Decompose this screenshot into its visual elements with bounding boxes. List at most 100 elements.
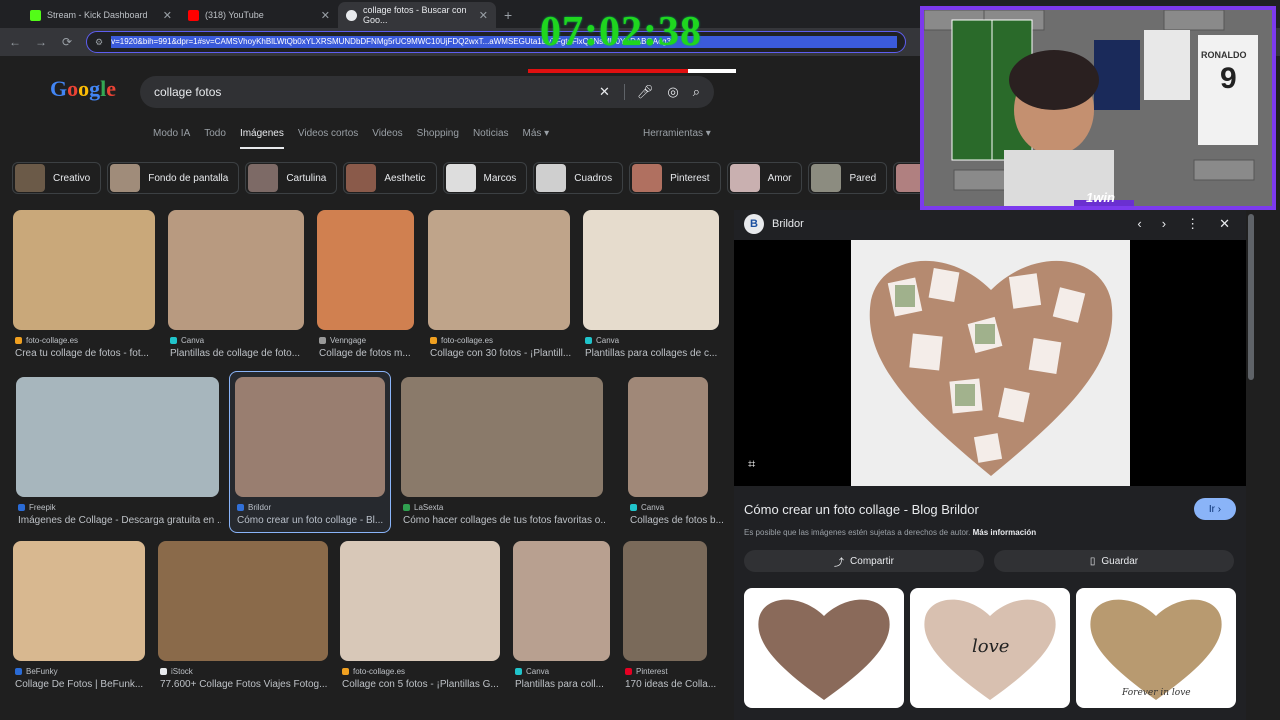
chip-4[interactable]: Marcos xyxy=(442,162,528,194)
source-name: Canva xyxy=(526,667,550,676)
visit-button[interactable]: Ir › xyxy=(1194,498,1236,520)
result-image[interactable] xyxy=(340,541,500,661)
scrollbar-thumb[interactable] xyxy=(1248,214,1254,380)
result-image[interactable] xyxy=(158,541,328,661)
result-source[interactable]: Canva xyxy=(585,336,619,345)
more-info-link[interactable]: Más información xyxy=(973,528,1037,537)
result-source[interactable]: Pinterest xyxy=(625,667,668,676)
close-icon[interactable]: ✕ xyxy=(321,9,330,22)
result-image[interactable] xyxy=(583,210,719,330)
result-source[interactable]: iStock xyxy=(160,667,193,676)
result-source[interactable]: Canva xyxy=(630,503,664,512)
tab-noticias[interactable]: Noticias xyxy=(473,128,509,149)
result-title[interactable]: Collage con 30 fotos - ¡Plantill... xyxy=(430,348,571,359)
lens-search-icon[interactable]: ⌗ xyxy=(748,456,755,472)
previous-icon[interactable]: ‹ xyxy=(1137,216,1141,232)
chip-5[interactable]: Cuadros xyxy=(533,162,624,194)
result-title[interactable]: Collage de fotos m... xyxy=(319,348,411,359)
preview-image[interactable]: ⌗ xyxy=(734,240,1246,486)
result-title[interactable]: Plantillas de collage de foto... xyxy=(170,348,300,359)
related-image[interactable]: Forever in love xyxy=(1076,588,1236,708)
chip-thumbnail xyxy=(346,164,377,192)
result-image[interactable] xyxy=(628,377,708,497)
chip-thumbnail xyxy=(811,164,842,192)
chip-7[interactable]: Amor xyxy=(726,162,803,194)
result-image[interactable] xyxy=(513,541,610,661)
reload-icon[interactable]: ⟳ xyxy=(60,35,74,49)
result-image[interactable] xyxy=(168,210,304,330)
back-icon[interactable]: ← xyxy=(8,35,22,49)
tab-shopping[interactable]: Shopping xyxy=(417,128,459,149)
save-button[interactable]: ▯ Guardar xyxy=(994,550,1234,572)
tools-button[interactable]: Herramientas ▾ xyxy=(643,128,711,139)
tab-videos-cortos[interactable]: Videos cortos xyxy=(298,128,358,149)
result-source[interactable]: Freepik xyxy=(18,503,56,512)
result-title[interactable]: Imágenes de Collage - Descarga gratuita … xyxy=(18,515,221,526)
search-box[interactable]: collage fotos ✕ 🎤︎ ◎ ⌕ xyxy=(140,76,714,108)
tab-modo-ia[interactable]: Modo IA xyxy=(153,128,190,149)
result-title[interactable]: Collage De Fotos | BeFunk... xyxy=(15,679,143,690)
lens-icon[interactable]: ◎ xyxy=(667,84,678,100)
url-text[interactable]: v=1920&bih=991&dpr=1#sv=CAMSVhoyKhBlLWtQ… xyxy=(111,36,897,48)
result-image[interactable] xyxy=(623,541,707,661)
site-info-icon[interactable]: ⚙ xyxy=(95,37,103,48)
tab-youtube[interactable]: (318) YouTube ✕ xyxy=(180,2,338,28)
share-button[interactable]: ⤴ Compartir xyxy=(744,550,984,572)
search-icon[interactable]: ⌕ xyxy=(693,84,700,100)
chip-2[interactable]: Cartulina xyxy=(245,162,338,194)
tab-google[interactable]: collage fotos - Buscar con Goo... ✕ xyxy=(338,2,496,28)
tab-mas[interactable]: Más ▾ xyxy=(523,128,550,149)
chip-3[interactable]: Aesthetic xyxy=(343,162,437,194)
result-source[interactable]: foto-collage.es xyxy=(15,336,78,345)
close-icon[interactable]: ✕ xyxy=(1219,216,1230,232)
chip-0[interactable]: Creativo xyxy=(12,162,102,194)
result-title[interactable]: Crea tu collage de fotos - fot... xyxy=(15,348,149,359)
result-source[interactable]: Venngage xyxy=(319,336,366,345)
result-source[interactable]: foto-collage.es xyxy=(430,336,493,345)
result-source[interactable]: Canva xyxy=(515,667,549,676)
panel-title[interactable]: Cómo crear un foto collage - Blog Brildo… xyxy=(744,502,979,517)
result-title[interactable]: Plantillas para collages de c... xyxy=(585,348,717,359)
google-logo[interactable]: Google xyxy=(50,76,116,102)
close-icon[interactable]: ✕ xyxy=(479,9,488,22)
panel-scrollbar[interactable] xyxy=(1248,214,1254,704)
related-image[interactable] xyxy=(744,588,904,708)
source-favicon-icon xyxy=(403,504,410,511)
chip-6[interactable]: Pinterest xyxy=(629,162,721,194)
close-icon[interactable]: ✕ xyxy=(163,9,172,22)
result-source[interactable]: BeFunky xyxy=(15,667,58,676)
result-source[interactable]: LaSexta xyxy=(403,503,443,512)
result-image[interactable] xyxy=(13,541,145,661)
related-image[interactable]: love xyxy=(910,588,1070,708)
result-image[interactable] xyxy=(13,210,155,330)
result-image[interactable] xyxy=(428,210,570,330)
result-title[interactable]: 77.600+ Collage Fotos Viajes Fotog... xyxy=(160,679,327,690)
chip-1[interactable]: Fondo de pantalla xyxy=(107,162,240,194)
panel-controls: ‹ › ⋮ ✕ xyxy=(1137,216,1230,232)
result-source[interactable]: Canva xyxy=(170,336,204,345)
result-image[interactable] xyxy=(317,210,414,330)
address-bar[interactable]: ⚙ v=1920&bih=991&dpr=1#sv=CAMSVhoyKhBlLW… xyxy=(86,31,906,53)
result-title[interactable]: Collage con 5 fotos - ¡Plantillas G... xyxy=(342,679,499,690)
share-label: Compartir xyxy=(850,555,894,567)
result-title[interactable]: Plantillas para coll... xyxy=(515,679,604,690)
next-icon[interactable]: › xyxy=(1162,216,1166,232)
clear-icon[interactable]: ✕ xyxy=(599,84,610,100)
tab-imagenes[interactable]: Imágenes xyxy=(239,128,284,149)
tab-kick[interactable]: Stream - Kick Dashboard ✕ xyxy=(22,2,180,28)
microphone-icon[interactable]: 🎤︎ xyxy=(623,84,653,100)
panel-source[interactable]: B Brildor xyxy=(744,214,804,234)
result-image[interactable] xyxy=(401,377,603,497)
result-title[interactable]: 170 ideas de Colla... xyxy=(625,679,716,690)
result-source[interactable]: foto-collage.es xyxy=(342,667,405,676)
new-tab-button[interactable]: + xyxy=(496,2,520,28)
result-title[interactable]: Collages de fotos b... xyxy=(630,515,724,526)
search-input[interactable]: collage fotos xyxy=(154,85,585,99)
more-options-icon[interactable]: ⋮ xyxy=(1186,216,1199,232)
tab-videos[interactable]: Videos xyxy=(372,128,402,149)
forward-icon[interactable]: → xyxy=(34,35,48,49)
result-image[interactable] xyxy=(16,377,219,497)
chip-8[interactable]: Pared xyxy=(808,162,888,194)
result-title[interactable]: Cómo hacer collages de tus fotos favorit… xyxy=(403,515,605,526)
tab-todo[interactable]: Todo xyxy=(204,128,226,149)
